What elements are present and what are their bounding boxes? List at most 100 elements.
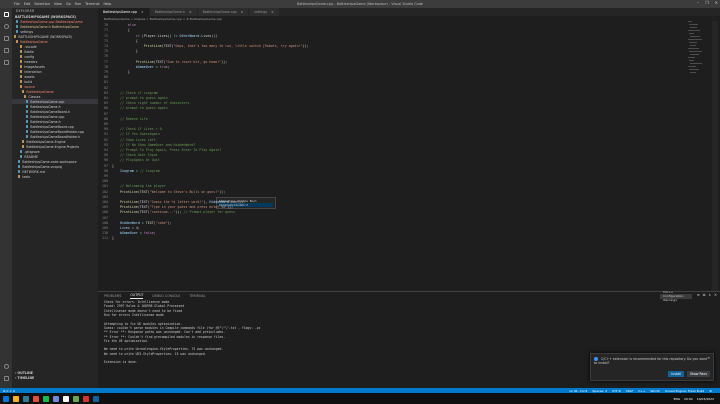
code-line[interactable]: 105 PrintLine(TEXT("Type in your guess a…	[98, 205, 688, 210]
output-channel-select[interactable]: C/C++ Configuration Warnings	[660, 290, 692, 302]
settings-gear-icon[interactable]	[0, 372, 12, 384]
extensions-icon[interactable]	[0, 56, 12, 68]
close-icon[interactable]: ×	[241, 10, 244, 14]
show-recommendations-button[interactable]: Show Recs	[686, 371, 710, 377]
taskbar-app-icon[interactable]	[93, 395, 99, 402]
code-line[interactable]: 93 // If No Show GameOver and HiddenWord…	[98, 143, 688, 148]
status-item[interactable]: C++	[638, 389, 645, 393]
language-indicator[interactable]: ENG	[674, 397, 680, 401]
search-icon[interactable]	[0, 20, 12, 32]
code-line[interactable]: 102 PrintLine(TEXT("Welcome to Steve's B…	[98, 189, 688, 194]
clock-date[interactable]: 10/03/2022	[697, 397, 714, 401]
taskbar-app-icon[interactable]	[73, 395, 79, 402]
start-icon[interactable]	[3, 395, 9, 402]
status-item[interactable]: Ln 91, Col 6	[569, 389, 587, 393]
close-icon[interactable]: ×	[189, 10, 192, 14]
minimap[interactable]	[688, 21, 710, 81]
folder-item[interactable]: tests	[12, 174, 98, 179]
taskbar-app-icon[interactable]	[33, 395, 39, 402]
code-line[interactable]: 108 HiddenWord = TEXT("cake");	[98, 221, 688, 226]
code-line[interactable]: 96 // PlayAgain Or Quit	[98, 158, 688, 163]
panel-tab-terminal[interactable]: TERMINAL	[189, 294, 205, 298]
code-line[interactable]: 73 {	[98, 39, 688, 44]
code-line[interactable]: 111}	[98, 236, 688, 241]
code-line[interactable]: 72 if (Player.Lives() != OtherBoard.Live…	[98, 33, 688, 38]
close-panel-icon[interactable]: ✕	[714, 293, 717, 297]
close-icon[interactable]: ✕	[715, 0, 718, 5]
account-icon[interactable]	[0, 360, 12, 372]
code-line[interactable]: 85 // Check right number of characters	[98, 101, 688, 106]
status-item[interactable]: Spaces: 4	[592, 389, 607, 393]
code-line[interactable]: 110 bGameOver = false;	[98, 231, 688, 236]
code-line[interactable]: 70 else	[98, 23, 688, 28]
editor-tab[interactable]: BattleshipsGame.h ×	[149, 8, 198, 16]
taskbar-app-icon[interactable]	[83, 395, 89, 402]
panel-tab-problems[interactable]: PROBLEMS	[104, 294, 121, 298]
close-icon[interactable]: ×	[141, 10, 144, 14]
code-line[interactable]: 106 PrintLine(TEXT("continue...")); // P…	[98, 210, 688, 215]
panel-tab-output[interactable]: OUTPUT	[130, 293, 144, 299]
code-line[interactable]: 87	[98, 111, 688, 116]
status-item[interactable]: CRLF	[626, 389, 634, 393]
code-line[interactable]: 75 }	[98, 49, 688, 54]
status-item[interactable]: UTF-8	[612, 389, 621, 393]
panel-tab-debug-console[interactable]: DEBUG CONSOLE	[152, 294, 180, 298]
maximize-icon[interactable]: ❐	[705, 0, 709, 5]
code-line[interactable]: 101 // Welcoming the player	[98, 184, 688, 189]
code-line[interactable]: 107	[98, 215, 688, 220]
code-line[interactable]: 80	[98, 75, 688, 80]
status-item[interactable]: Unreal Engine: Fresh Build	[665, 389, 704, 393]
code-line[interactable]: 109 Lives = 4;	[98, 226, 688, 231]
code-line[interactable]: 100	[98, 179, 688, 184]
code-line[interactable]: 90 // Check If Lives > 0	[98, 127, 688, 132]
code-line[interactable]: 99	[98, 174, 688, 179]
code-line[interactable]: 74 PrintLine(TEXT("Oops, that's too many…	[98, 44, 688, 49]
close-icon[interactable]: ×	[271, 10, 274, 14]
code-editor[interactable]: bGameOver Update Bool UpdateHiddenWord 70…	[98, 21, 688, 291]
clear-output-icon[interactable]: ≡	[697, 293, 700, 297]
code-line[interactable]: 95 // Check User Input	[98, 153, 688, 158]
code-line[interactable]: 97}	[98, 163, 688, 168]
code-line[interactable]: 81	[98, 80, 688, 85]
close-icon[interactable]: ✕	[707, 356, 710, 360]
code-line[interactable]: 71 {	[98, 28, 688, 33]
code-line[interactable]: 84 // prompt to guess again	[98, 96, 688, 101]
code-line[interactable]: 82	[98, 85, 688, 90]
editor-tab[interactable]: BattleshipsGame.cpp ×	[98, 8, 150, 16]
code-line[interactable]: 83 // Check if isogram	[98, 91, 688, 96]
code-line[interactable]: 91 // If Yes GuessAgain	[98, 132, 688, 137]
code-line[interactable]: 76	[98, 54, 688, 59]
install-button[interactable]: Install	[668, 371, 684, 377]
code-line[interactable]: 94 // Prompt To Play Again, Press Enter …	[98, 148, 688, 153]
taskbar-app-icon[interactable]	[63, 395, 69, 402]
problems-status[interactable]: ⊗ 0 ⚠ 0	[3, 389, 15, 393]
taskbar-app-icon[interactable]	[13, 395, 19, 402]
code-line[interactable]: 104 PrintLine(TEXT("Guess the %i letter …	[98, 200, 688, 205]
code-line[interactable]: 98 Isogram = // Isogram	[98, 169, 688, 174]
taskbar-app-icon[interactable]	[43, 395, 49, 402]
code-line[interactable]: 103	[98, 195, 688, 200]
taskbar-app-icon[interactable]	[23, 395, 29, 402]
code-line[interactable]: 77 PrintLine(TEXT("Due to reset bit, go …	[98, 59, 688, 64]
code-line[interactable]: 78 bGameOver = true;	[98, 65, 688, 70]
section-timeline[interactable]: › TIMELINE	[12, 375, 98, 380]
code-line[interactable]: 79 }	[98, 70, 688, 75]
code-line[interactable]: 88 // Remove Life	[98, 117, 688, 122]
run-debug-icon[interactable]	[0, 44, 12, 56]
status-item[interactable]: Win32	[650, 389, 659, 393]
minimize-icon[interactable]: –	[697, 0, 699, 5]
clock-time[interactable]: 20:04	[684, 397, 693, 401]
maximize-panel-icon[interactable]: ∧	[708, 293, 711, 297]
code-line[interactable]: 86 // prompt to guess again	[98, 106, 688, 111]
lock-scroll-icon[interactable]: ⧉	[703, 293, 706, 297]
editor-scrollbar[interactable]	[712, 21, 718, 291]
editor-tab[interactable]: BattleshipsGame.cpp ×	[197, 8, 250, 16]
explorer-icon[interactable]	[0, 8, 12, 20]
taskbar-app-icon[interactable]	[53, 395, 59, 402]
source-control-icon[interactable]	[0, 32, 12, 44]
code-line[interactable]: 89	[98, 122, 688, 127]
code-line[interactable]: 92 // Show Lives Left	[98, 137, 688, 142]
tree-item-label: BattleshipsGame.h	[30, 104, 61, 109]
status-item[interactable]: ⚙	[709, 389, 712, 393]
editor-tab[interactable]: settings ×	[249, 8, 280, 16]
